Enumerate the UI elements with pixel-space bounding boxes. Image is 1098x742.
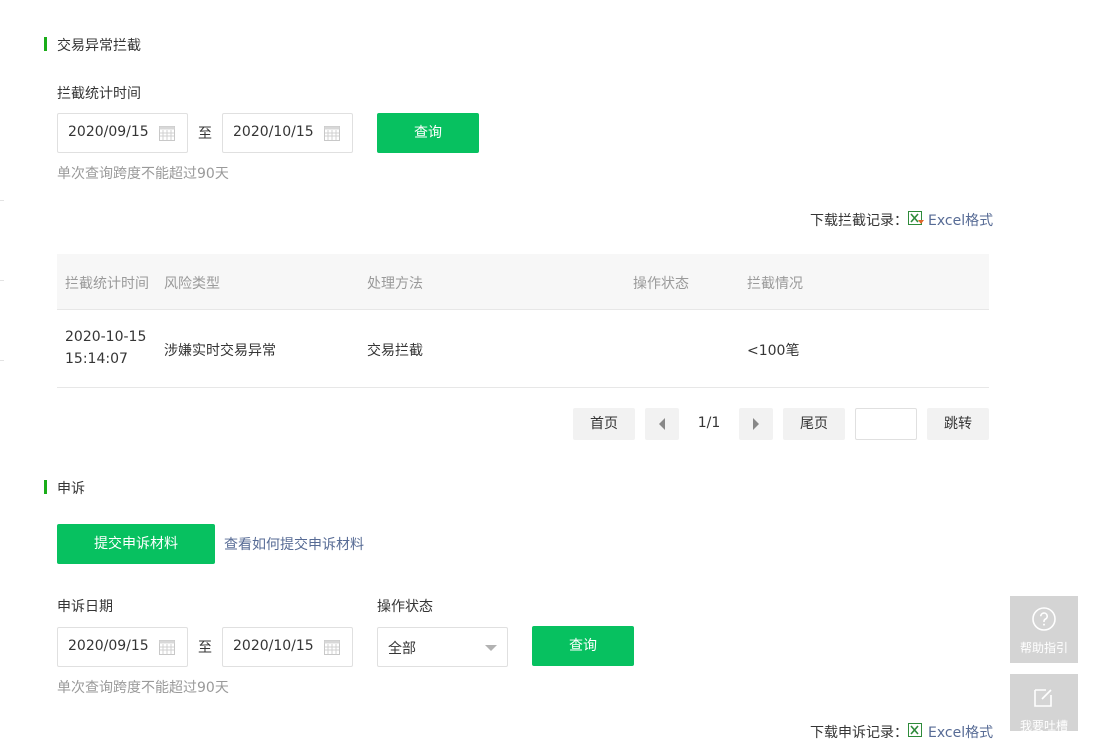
section-title-intercept: 交易异常拦截: [57, 38, 141, 54]
edge-divider: [0, 360, 4, 361]
status-select-value: 全部: [388, 641, 416, 657]
appeal-query-button[interactable]: 查询: [532, 626, 634, 666]
download-appeal-label: 下载申诉记录：: [810, 725, 908, 741]
edge-divider: [0, 200, 4, 201]
first-page-button[interactable]: 首页: [573, 408, 635, 440]
caret-left-icon: [659, 418, 665, 430]
help-guide-button[interactable]: 帮助指引: [1010, 596, 1078, 663]
chevron-down-icon: [485, 645, 497, 651]
end-date-value: 2020/10/15: [233, 124, 314, 140]
edge-divider: [0, 280, 4, 281]
help-guide-label: 帮助指引: [1019, 641, 1068, 655]
calendar-icon: [324, 126, 340, 141]
appeal-end-date-field[interactable]: 2020/10/15: [222, 627, 353, 667]
cell-time-date: 2020-10-15: [65, 329, 147, 345]
row-divider: [57, 387, 989, 388]
calendar-icon: [324, 640, 340, 655]
download-intercept-excel-link[interactable]: Excel格式: [928, 210, 993, 230]
start-date-value: 2020/09/15: [68, 638, 149, 654]
intercept-time-label: 拦截统计时间: [57, 86, 141, 102]
appeal-start-date-field[interactable]: 2020/09/15: [57, 627, 188, 667]
cell-method: 交易拦截: [367, 343, 423, 359]
feedback-label: 我要吐槽: [1019, 719, 1068, 733]
section-marker: [44, 480, 47, 494]
page-jump-input[interactable]: [855, 408, 917, 440]
appeal-hint: 单次查询跨度不能超过90天: [57, 680, 229, 696]
appeal-status-select[interactable]: 全部: [377, 627, 508, 667]
intercept-hint: 单次查询跨度不能超过90天: [57, 166, 229, 182]
end-date-value: 2020/10/15: [233, 638, 314, 654]
cell-situation: <100笔: [747, 343, 800, 359]
column-header: 操作状态: [633, 276, 689, 292]
section-title-appeal: 申诉: [57, 481, 85, 497]
appeal-date-label: 申诉日期: [57, 599, 113, 615]
submit-appeal-button[interactable]: 提交申诉材料: [57, 524, 215, 564]
prev-page-button[interactable]: [645, 408, 679, 440]
download-intercept-label: 下载拦截记录：: [810, 213, 908, 229]
calendar-icon: [159, 126, 175, 141]
to-label: 至: [198, 126, 212, 142]
start-date-value: 2020/09/15: [68, 124, 149, 140]
last-page-button[interactable]: 尾页: [783, 408, 845, 440]
intercept-start-date-field[interactable]: 2020/09/15: [57, 113, 188, 153]
howto-appeal-link[interactable]: 查看如何提交申诉材料: [224, 534, 364, 554]
column-header: 拦截统计时间: [65, 276, 149, 292]
cell-risk-type: 涉嫌实时交易异常: [164, 343, 276, 359]
column-header: 处理方法: [367, 276, 423, 292]
column-header: 风险类型: [164, 276, 220, 292]
question-icon: [1032, 607, 1056, 631]
calendar-icon: [159, 640, 175, 655]
intercept-table-header: 拦截统计时间 风险类型 处理方法 操作状态 拦截情况: [57, 254, 989, 309]
cell-time-clock: 15:14:07: [65, 351, 128, 367]
caret-right-icon: [753, 418, 759, 430]
next-page-button[interactable]: [739, 408, 773, 440]
column-header: 拦截情况: [747, 276, 803, 292]
intercept-query-button[interactable]: 查询: [377, 113, 479, 153]
download-appeal-excel-link[interactable]: Excel格式: [928, 722, 993, 742]
intercept-end-date-field[interactable]: 2020/10/15: [222, 113, 353, 153]
jump-button[interactable]: 跳转: [927, 408, 989, 440]
page-indicator: 1/1: [697, 415, 721, 431]
feedback-button[interactable]: 我要吐槽: [1010, 674, 1078, 733]
to-label: 至: [198, 640, 212, 656]
appeal-status-label: 操作状态: [377, 599, 433, 615]
edit-icon: [1034, 689, 1052, 707]
excel-icon: [908, 211, 924, 225]
row-divider: [57, 309, 989, 310]
section-marker: [44, 37, 47, 51]
